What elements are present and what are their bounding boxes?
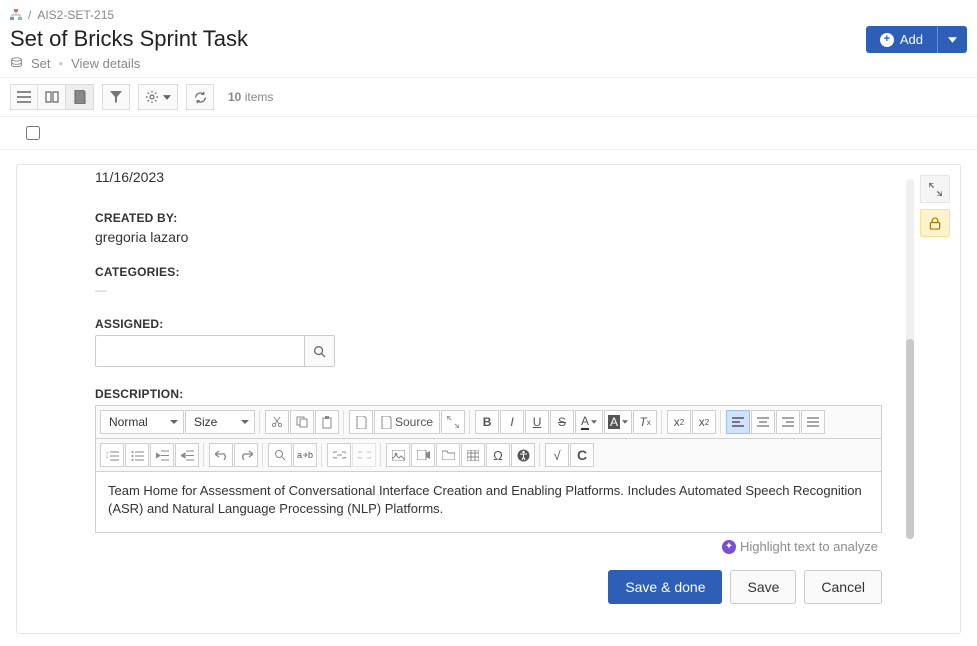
indent-button[interactable] [175,443,199,467]
select-row [0,117,977,150]
gear-icon [145,90,159,104]
breadcrumb-separator: / [28,8,31,22]
date-value: 11/16/2023 [95,169,882,185]
page-title: Set of Bricks Sprint Task [10,26,248,52]
created-by-label: CREATED BY: [95,211,882,225]
refresh-button[interactable] [186,84,214,110]
textcolor-button[interactable]: A [575,410,603,434]
highlight-hint: Highlight text to analyze [740,539,878,554]
bullet-list-button[interactable] [125,443,149,467]
item-count-label: items [245,90,274,104]
categories-label: CATEGORIES: [95,265,882,279]
strike-button[interactable]: S [550,410,574,434]
description-label: DESCRIPTION: [95,387,882,401]
undo-button[interactable] [209,443,233,467]
assigned-search-button[interactable] [305,335,335,367]
cancel-button[interactable]: Cancel [804,570,882,604]
document-icon [381,416,392,429]
clear-format-button[interactable]: Tx [633,410,657,434]
underline-button[interactable]: U [525,410,549,434]
math-button[interactable]: √ [545,443,569,467]
find-button[interactable] [268,443,292,467]
bold-button[interactable]: B [475,410,499,434]
folder-button[interactable] [436,443,460,467]
svg-text:2: 2 [106,454,109,459]
view-page-button[interactable] [66,84,94,110]
add-button-label: Add [900,32,923,47]
video-button[interactable] [411,443,435,467]
assigned-input[interactable] [95,335,305,367]
special-char-button[interactable]: Ω [486,443,510,467]
caret-down-icon [163,95,171,100]
save-done-button[interactable]: Save & done [608,570,722,604]
cut-button[interactable] [265,410,289,434]
maximize-button[interactable] [441,410,465,434]
image-button[interactable] [386,443,410,467]
select-all-checkbox[interactable] [26,126,40,140]
accessibility-button[interactable] [511,443,535,467]
add-button[interactable]: + Add [866,26,937,53]
hierarchy-icon [10,9,22,21]
view-details-link[interactable]: View details [71,56,140,71]
assigned-label: ASSIGNED: [95,317,882,331]
item-count: 10 items [228,90,273,104]
meta-separator: • [59,56,64,71]
unlink-button[interactable] [352,443,376,467]
created-by-value: gregoria lazaro [95,229,882,245]
subscript-button[interactable]: x2 [667,410,691,434]
view-list-button[interactable] [10,84,38,110]
size-select[interactable]: Size [185,410,255,434]
replace-button[interactable]: ab [293,443,317,467]
list-toolbar: 10 items [0,77,977,117]
save-button[interactable]: Save [730,570,796,604]
superscript-button[interactable]: x2 [692,410,716,434]
caret-down-icon [170,420,178,424]
type-label: Set [31,56,51,71]
description-textarea[interactable]: Team Home for Assessment of Conversation… [96,472,881,532]
page-icon-button[interactable] [349,410,373,434]
sparkle-icon: ✦ [722,540,736,554]
code-button[interactable]: C [570,443,594,467]
link-button[interactable] [327,443,351,467]
settings-dropdown[interactable] [138,84,178,110]
add-dropdown-button[interactable] [937,26,967,53]
align-justify-button[interactable] [801,410,825,434]
view-read-button[interactable] [38,84,66,110]
db-icon [10,57,23,70]
breadcrumb: / AIS2-SET-215 [0,0,977,26]
bgcolor-button[interactable]: A [604,410,632,434]
outdent-button[interactable] [150,443,174,467]
caret-down-icon [241,420,249,424]
title-row: Set of Bricks Sprint Task Set • View det… [0,26,977,77]
content-panel: 11/16/2023 CREATED BY: gregoria lazaro C… [16,164,961,634]
copy-button[interactable] [290,410,314,434]
ordered-list-button[interactable]: 12 [100,443,124,467]
format-select[interactable]: Normal [100,410,184,434]
align-left-button[interactable] [726,410,750,434]
item-count-number: 10 [228,90,241,104]
source-button[interactable]: Source [374,410,440,434]
paste-button[interactable] [315,410,339,434]
align-right-button[interactable] [776,410,800,434]
rich-text-editor: Normal Size [95,405,882,533]
italic-button[interactable]: I [500,410,524,434]
breadcrumb-id[interactable]: AIS2-SET-215 [37,8,114,22]
categories-value: — [95,283,882,297]
align-center-button[interactable] [751,410,775,434]
table-button[interactable] [461,443,485,467]
redo-button[interactable] [234,443,258,467]
filter-button[interactable] [102,84,130,110]
plus-circle-icon: + [880,33,894,47]
